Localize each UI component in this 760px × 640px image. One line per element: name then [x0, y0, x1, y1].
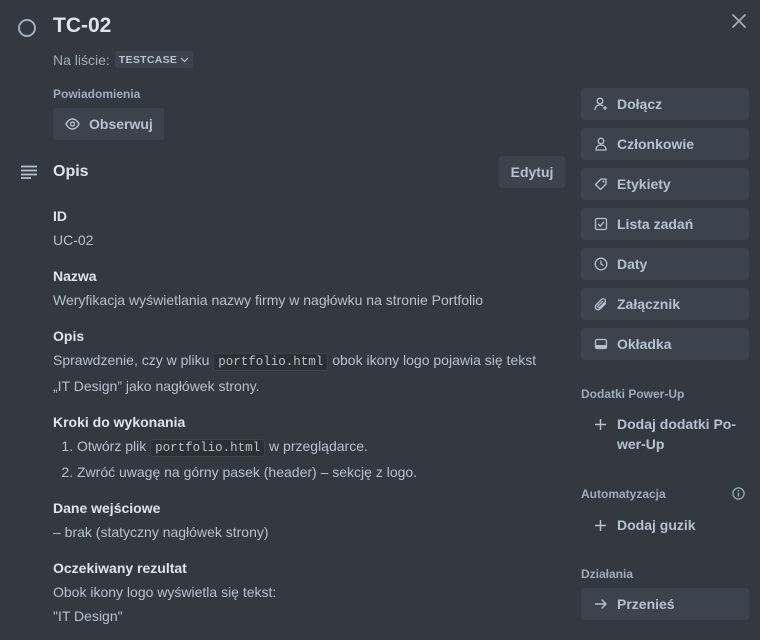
steps-block: Kroki do wykonania Otwórz plik portfolio…	[53, 410, 563, 484]
expected-heading: Oczekiwany rezultat	[53, 560, 187, 576]
description-icon	[20, 165, 38, 184]
paperclip-icon	[594, 297, 608, 311]
desc-post: obok ikony logo pojawia się tekst	[332, 352, 537, 368]
eye-icon	[65, 118, 80, 130]
arrow-right-icon	[594, 597, 608, 611]
plus-icon	[594, 515, 608, 535]
steps-list: Otwórz plik portfolio.html w przeglądarc…	[53, 434, 563, 484]
add-powerups-label: Dodaj dodatki Po- wer-Up	[617, 414, 736, 454]
add-powerups-button[interactable]: Dodaj dodatki Po- wer-Up	[581, 414, 736, 454]
desc-line1: Sprawdzenie, czy w pliku portfolio.html …	[53, 348, 563, 374]
desc-line2: „IT Design” jako nagłówek strony.	[53, 378, 260, 394]
add-powerups-line2: wer-Up	[617, 436, 665, 452]
move-button[interactable]: Przenieś	[581, 588, 749, 620]
step1-post: w przeglądarce.	[269, 438, 368, 454]
attachment-label: Załącznik	[617, 296, 681, 312]
user-plus-icon	[594, 97, 608, 111]
clock-icon	[594, 257, 608, 271]
list-info: Na liście: TESTCASE	[53, 51, 194, 68]
edit-label: Edytuj	[510, 164, 554, 180]
members-button[interactable]: Członkowie	[581, 128, 749, 160]
cover-button[interactable]: Okładka	[581, 328, 749, 360]
desc-heading: Opis	[53, 328, 85, 344]
desc-pre: Sprawdzenie, czy w pliku	[53, 352, 210, 368]
description-content[interactable]: ID UC-02 Nazwa Weryfikacja wyświetlania …	[53, 204, 563, 640]
powerups-heading: Dodatki Power-Up	[581, 387, 685, 401]
desc-block: Opis Sprawdzenie, czy w pliku portfolio.…	[53, 324, 563, 398]
automation-heading: Automatyzacja	[581, 487, 666, 501]
checkbox-icon	[594, 217, 608, 231]
dates-button[interactable]: Daty	[581, 248, 749, 280]
user-icon	[594, 137, 608, 151]
tag-icon	[594, 177, 608, 191]
checklist-label: Lista zadań	[617, 216, 694, 232]
id-heading: ID	[53, 208, 67, 224]
step1-pre: Otwórz plik	[77, 438, 147, 454]
add-button-label: Dodaj guzik	[617, 517, 696, 533]
expected-line1: Obok ikony logo wyświetla się tekst:	[53, 584, 277, 600]
labels-label: Etykiety	[617, 176, 671, 192]
input-heading: Dane wejściowe	[53, 500, 161, 516]
join-label: Dołącz	[617, 96, 663, 112]
expected-line2: "IT Design"	[53, 608, 123, 624]
list-prefix: Na liście:	[53, 51, 110, 68]
add-powerups-line1: Dodaj dodatki Po-	[617, 416, 736, 432]
add-button-button[interactable]: Dodaj guzik	[581, 515, 696, 535]
dates-label: Daty	[617, 256, 648, 272]
complete-toggle[interactable]	[18, 19, 36, 37]
id-block: ID UC-02	[53, 204, 563, 252]
info-icon[interactable]	[732, 487, 745, 505]
move-label: Przenieś	[617, 596, 675, 612]
input-value: – brak (statyczny nagłówek strony)	[53, 524, 269, 540]
cover-icon	[594, 337, 608, 351]
list-name: TESTCASE	[118, 54, 178, 66]
description-heading: Opis	[53, 163, 89, 180]
id-value: UC-02	[53, 232, 94, 248]
input-block: Dane wejściowe – brak (statyczny nagłówe…	[53, 496, 563, 544]
close-icon[interactable]	[728, 10, 750, 32]
edit-button[interactable]: Edytuj	[499, 156, 565, 188]
list-selector[interactable]: TESTCASE	[114, 51, 194, 68]
watch-label: Obserwuj	[89, 116, 153, 132]
step-item: Otwórz plik portfolio.html w przeglądarc…	[77, 434, 563, 460]
actions-heading: Działania	[581, 567, 634, 581]
labels-button[interactable]: Etykiety	[581, 168, 749, 200]
join-button[interactable]: Dołącz	[581, 88, 749, 120]
steps-heading: Kroki do wykonania	[53, 414, 186, 430]
members-label: Członkowie	[617, 136, 695, 152]
desc-code: portfolio.html	[213, 353, 329, 371]
name-value: Weryfikacja wyświetlania nazwy firmy w n…	[53, 292, 484, 308]
watch-button[interactable]: Obserwuj	[53, 108, 164, 140]
chevron-down-icon	[180, 54, 189, 66]
step1-code: portfolio.html	[150, 439, 266, 457]
name-block: Nazwa Weryfikacja wyświetlania nazwy fir…	[53, 264, 563, 312]
expected-block: Oczekiwany rezultat Obok ikony logo wyśw…	[53, 556, 563, 628]
notifications-heading: Powiadomienia	[53, 87, 141, 101]
checklist-button[interactable]: Lista zadań	[581, 208, 749, 240]
card-title[interactable]: TC-02	[53, 14, 111, 38]
step-item: Zwróć uwagę na górny pasek (header) – se…	[77, 460, 563, 484]
plus-icon	[594, 414, 608, 454]
name-heading: Nazwa	[53, 268, 97, 284]
cover-label: Okładka	[617, 336, 672, 352]
attachment-button[interactable]: Załącznik	[581, 288, 749, 320]
